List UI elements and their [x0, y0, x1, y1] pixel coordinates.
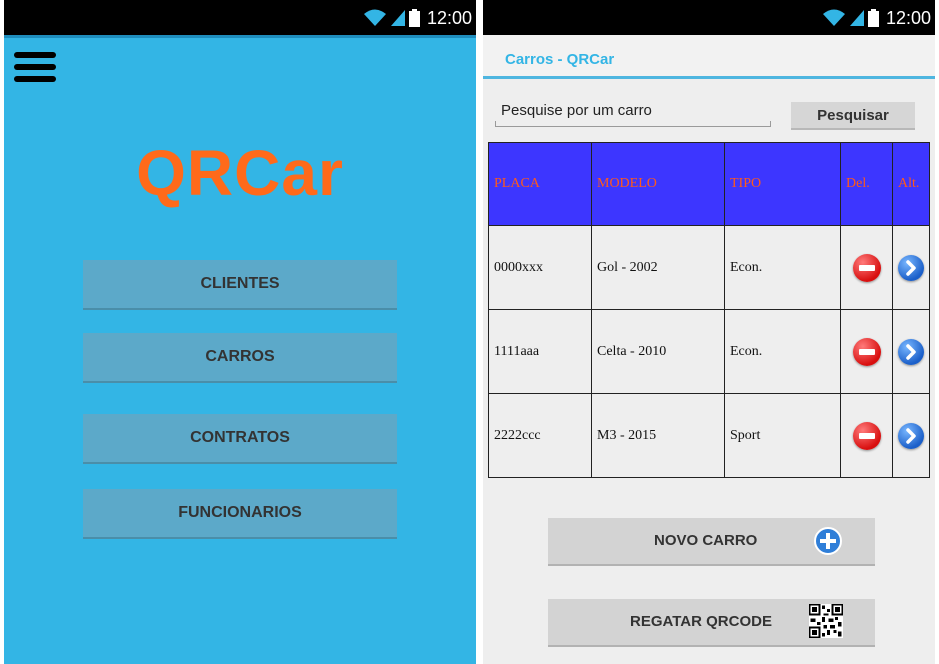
app-logo-text: QRCar — [136, 137, 344, 209]
status-accent-line — [4, 35, 476, 38]
cell-delete — [840, 393, 893, 478]
table-header-row: PLACA MODELO TIPO Del. Alt. — [488, 142, 930, 226]
table-row: 1111aaa Celta - 2010 Econ. — [488, 309, 930, 394]
battery-icon — [408, 9, 420, 27]
cell-edit — [892, 309, 930, 394]
action-bar: Carros - QRCar — [483, 35, 935, 77]
cell-placa: 1111aaa — [488, 309, 592, 394]
cell-modelo: Gol - 2002 — [591, 225, 725, 310]
table-row: 2222ccc M3 - 2015 Sport — [488, 393, 930, 478]
header-del: Del. — [840, 142, 893, 226]
carros-button[interactable]: CARROS — [83, 333, 397, 383]
header-tipo: TIPO — [724, 142, 841, 226]
status-time: 12:00 — [885, 8, 931, 28]
cell-placa: 2222ccc — [488, 393, 592, 478]
add-icon — [814, 527, 842, 555]
cell-tipo: Econ. — [724, 225, 841, 310]
edit-arrow-icon[interactable] — [898, 338, 924, 365]
wifi-icon — [363, 9, 386, 26]
header-modelo: MODELO — [591, 142, 725, 226]
cell-tipo: Sport — [724, 393, 841, 478]
new-car-label: NOVO CARRO — [654, 532, 758, 549]
edit-arrow-icon[interactable] — [898, 422, 924, 449]
menu-icon[interactable] — [14, 52, 58, 86]
cell-placa: 0000xxx — [488, 225, 592, 310]
search-underline — [495, 121, 771, 127]
qr-code-icon — [809, 604, 843, 638]
cars-screen: 12:00 Carros - QRCar Pesquisar PLACA MOD… — [483, 0, 935, 664]
main-menu-screen: 12:00 QRCar CLIENTES CARROS CONTRATOS FU… — [4, 0, 476, 664]
scan-qr-label: REGATAR QRCODE — [630, 613, 772, 630]
status-time: 12:00 — [426, 8, 472, 28]
status-bar: 12:00 — [4, 0, 476, 35]
header-alt: Alt. — [892, 142, 930, 226]
status-bar: 12:00 — [483, 0, 935, 35]
new-car-button[interactable]: NOVO CARRO — [548, 518, 875, 566]
cell-modelo: Celta - 2010 — [591, 309, 725, 394]
cell-delete — [840, 225, 893, 310]
contratos-button[interactable]: CONTRATOS — [83, 414, 397, 464]
cell-delete — [840, 309, 893, 394]
battery-icon — [867, 9, 879, 27]
delete-icon[interactable] — [852, 253, 881, 282]
search-field — [495, 97, 771, 127]
edit-arrow-icon[interactable] — [898, 254, 924, 281]
search-button[interactable]: Pesquisar — [791, 102, 915, 130]
signal-icon — [390, 10, 405, 26]
screen-title: Carros - QRCar — [505, 51, 615, 68]
table-row: 0000xxx Gol - 2002 Econ. — [488, 225, 930, 310]
cars-table: PLACA MODELO TIPO Del. Alt. 0000xxx Gol … — [488, 142, 930, 478]
cell-edit — [892, 225, 930, 310]
cell-tipo: Econ. — [724, 309, 841, 394]
search-input[interactable] — [495, 97, 771, 123]
cell-modelo: M3 - 2015 — [591, 393, 725, 478]
scan-qr-button[interactable]: REGATAR QRCODE — [548, 599, 875, 647]
delete-icon[interactable] — [852, 337, 881, 366]
delete-icon[interactable] — [852, 421, 881, 450]
funcionarios-button[interactable]: FUNCIONARIOS — [83, 489, 397, 539]
wifi-icon — [822, 9, 845, 26]
cell-edit — [892, 393, 930, 478]
header-placa: PLACA — [488, 142, 592, 226]
signal-icon — [849, 10, 864, 26]
action-bar-divider — [483, 76, 935, 79]
clientes-button[interactable]: CLIENTES — [83, 260, 397, 310]
